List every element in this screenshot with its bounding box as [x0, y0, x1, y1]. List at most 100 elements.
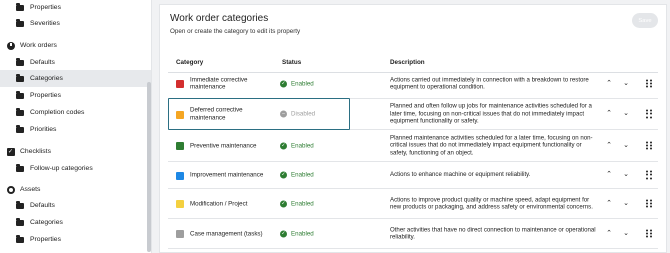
column-header-status: Status [282, 59, 302, 66]
drag-handle-icon[interactable] [646, 199, 652, 208]
sidebar-item-defaults[interactable]: Defaults [0, 54, 151, 71]
table-row[interactable]: Immediate corrective maintenance ✓ Enabled… [168, 69, 658, 99]
drag-handle-icon[interactable] [646, 229, 652, 238]
sidebar: Properties Severities Work orders Defaults C… [0, 0, 152, 253]
status-badge: – Disabled [280, 110, 316, 118]
sidebar-item-label: Follow-up categories [30, 165, 93, 172]
status-badge: ✓ Enabled [280, 142, 314, 149]
drag-handle-icon[interactable] [646, 109, 652, 119]
status-badge: ✓ Enabled [280, 80, 314, 87]
category-name[interactable]: Preventive maintenance [190, 142, 270, 150]
sidebar-item-severities[interactable]: Severities [0, 15, 151, 32]
sidebar-item-completion-codes[interactable]: Completion codes [0, 104, 151, 121]
sidebar-item-defaults[interactable]: Defaults [0, 197, 151, 214]
drag-handle-icon[interactable] [646, 79, 652, 88]
folder-icon [16, 125, 24, 133]
move-down-icon[interactable]: ⌄ [621, 229, 631, 239]
category-name[interactable]: Immediate corrective maintenance [190, 76, 270, 91]
category-color-swatch [176, 230, 184, 238]
column-header-description: Description [390, 59, 425, 66]
sidebar-item-label: Assets [20, 186, 41, 193]
move-down-icon[interactable]: ⌄ [621, 109, 631, 119]
move-down-icon[interactable]: ⌄ [621, 141, 631, 151]
category-description: Actions to enhance machine or equipment … [390, 171, 531, 179]
category-name[interactable]: Improvement maintenance [190, 171, 270, 179]
work-orders-icon [6, 41, 15, 50]
sidebar-item-label: Categories [30, 219, 63, 226]
sidebar-item-work-orders[interactable]: Work orders [0, 37, 151, 54]
status-label: Enabled [291, 80, 314, 87]
folder-icon [16, 19, 24, 27]
sidebar-item-label: Defaults [30, 59, 55, 66]
page-subtitle: Open or create the category to edit its … [170, 28, 301, 35]
sidebar-scrollbar[interactable] [147, 82, 151, 252]
column-header-category: Category [176, 59, 204, 66]
category-color-swatch [176, 80, 184, 88]
table-row[interactable]: Modification / Project ✓ Enabled Actions to… [168, 189, 658, 219]
table-row[interactable]: Deferred corrective maintenance – Disabled… [168, 99, 658, 130]
sidebar-item-priorities[interactable]: Priorities [0, 121, 151, 138]
sidebar-item-label: Defaults [30, 202, 55, 209]
status-badge: ✓ Enabled [280, 230, 314, 237]
gear-icon [6, 185, 15, 194]
move-down-icon[interactable]: ⌄ [621, 170, 631, 180]
drag-handle-icon[interactable] [646, 170, 652, 180]
sidebar-item-label: Completion codes [30, 109, 85, 116]
status-label: Enabled [291, 171, 314, 179]
move-up-icon[interactable]: ⌃ [604, 199, 614, 209]
check-circle-icon: ✓ [280, 80, 287, 87]
sidebar-item-follow-up-categories[interactable]: Follow-up categories [0, 160, 151, 177]
table-row[interactable]: Improvement maintenance ✓ Enabled Actions t… [168, 162, 658, 189]
move-up-icon[interactable]: ⌃ [604, 79, 614, 89]
table-row[interactable]: Case management (tasks) ✓ Enabled Other act… [168, 219, 658, 249]
category-description: Planned and often follow up jobs for mai… [390, 102, 592, 125]
category-name[interactable]: Case management (tasks) [190, 230, 270, 238]
checklist-icon: ✓ [6, 147, 15, 156]
sidebar-item-label: Properties [30, 236, 61, 243]
sidebar-item-properties[interactable]: Properties [0, 0, 151, 16]
status-badge: ✓ Enabled [280, 200, 314, 207]
status-label: Enabled [291, 142, 314, 149]
move-up-icon[interactable]: ⌃ [604, 170, 614, 180]
folder-icon [16, 108, 24, 116]
category-color-swatch [176, 200, 184, 208]
sidebar-item-label: Properties [30, 92, 61, 99]
sidebar-item-label: Properties [30, 4, 61, 11]
save-button[interactable]: Save [632, 13, 658, 28]
move-down-icon[interactable]: ⌄ [621, 199, 631, 209]
category-description: Other activities that have no direct con… [390, 225, 596, 241]
move-up-icon[interactable]: ⌃ [604, 229, 614, 239]
category-color-swatch [176, 110, 184, 119]
sidebar-item-assets[interactable]: Assets [0, 181, 151, 198]
folder-icon [16, 74, 24, 82]
check-circle-icon: ✓ [280, 200, 287, 207]
check-circle-icon: ✓ [280, 142, 287, 149]
category-name[interactable]: Modification / Project [190, 200, 270, 208]
category-description: Planned maintenance activities scheduled… [390, 134, 593, 157]
sidebar-item-properties[interactable]: Properties [0, 231, 151, 248]
folder-icon [16, 218, 24, 226]
drag-handle-icon[interactable] [646, 141, 652, 150]
category-description: Actions to improve product quality or ma… [390, 195, 593, 211]
category-description: Actions carried out immediately in conne… [390, 75, 589, 91]
move-down-icon[interactable]: ⌄ [621, 79, 631, 89]
folder-icon [16, 3, 24, 11]
move-up-icon[interactable]: ⌃ [604, 141, 614, 151]
page-title: Work order categories [170, 13, 269, 24]
status-label: Disabled [291, 110, 316, 118]
move-up-icon[interactable]: ⌃ [604, 109, 614, 119]
sidebar-item-checklists[interactable]: ✓ Checklists [0, 143, 151, 160]
check-circle-icon: ✓ [280, 171, 287, 179]
category-name[interactable]: Deferred corrective maintenance [190, 107, 270, 122]
table-row[interactable]: Preventive maintenance ✓ Enabled Planned ma… [168, 130, 658, 162]
folder-icon [16, 58, 24, 66]
status-label: Enabled [291, 230, 314, 237]
sidebar-item-categories[interactable]: Categories [0, 214, 151, 231]
check-circle-icon: ✓ [280, 230, 287, 237]
sidebar-item-categories[interactable]: Categories [0, 70, 151, 87]
category-color-swatch [176, 171, 184, 180]
sidebar-item-label: Priorities [30, 126, 57, 133]
sidebar-item-label: Severities [30, 20, 60, 27]
main-panel: Work order categories Open or create the… [159, 4, 667, 253]
sidebar-item-properties[interactable]: Properties [0, 87, 151, 104]
